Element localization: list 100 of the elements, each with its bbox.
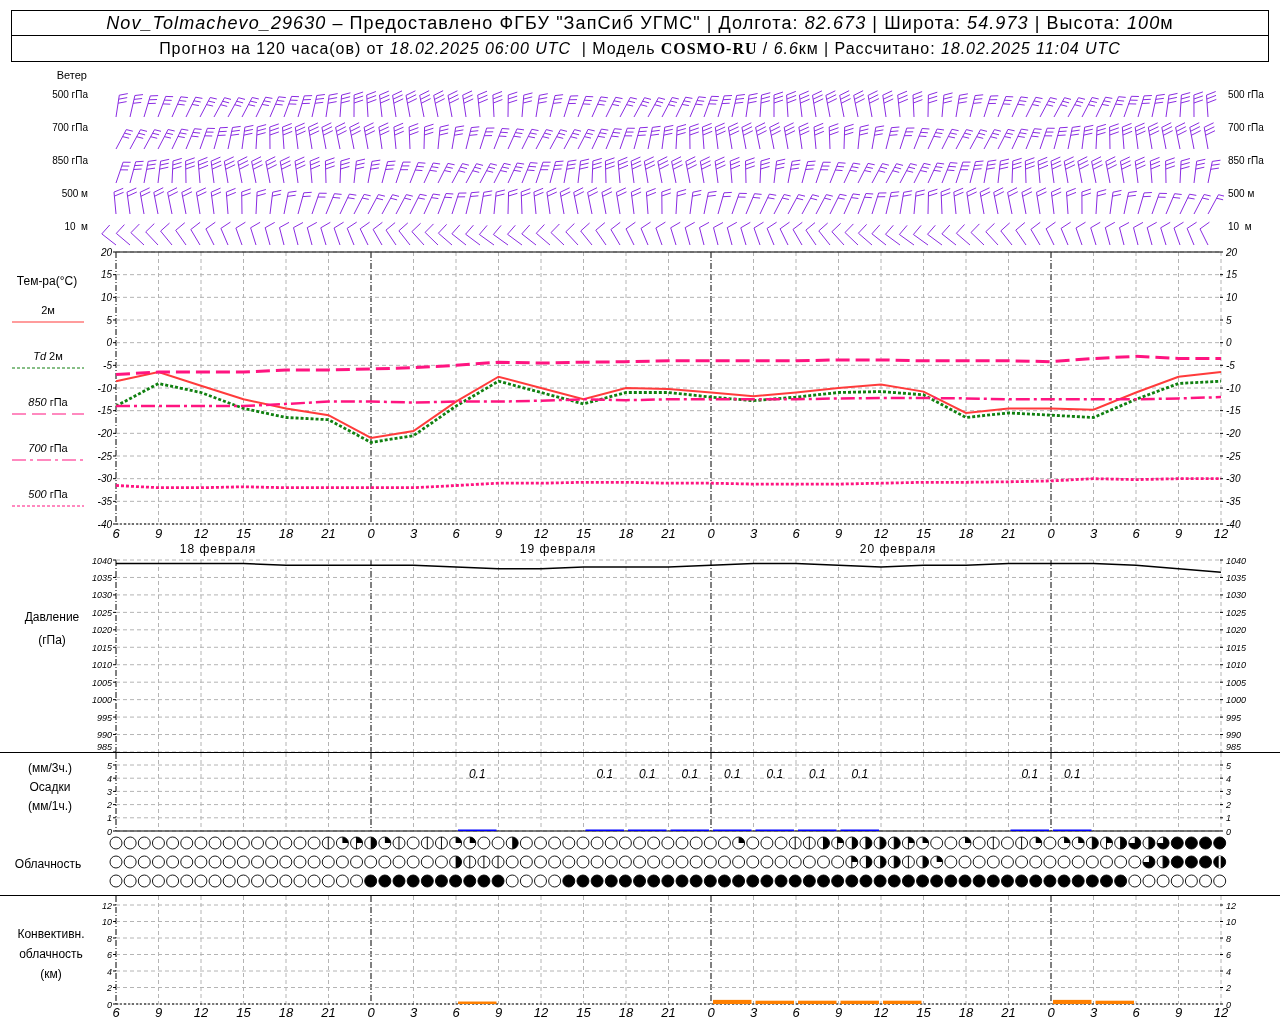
cloud-cover-symbol	[449, 874, 463, 888]
cloud-cover-symbol	[152, 855, 165, 869]
x-tick-label: 21	[321, 526, 336, 541]
cloud-cover-symbol	[279, 855, 293, 869]
cloud-cover-symbol	[986, 874, 1000, 888]
cloud-cover-symbol	[1029, 836, 1043, 850]
cloud-cover-symbol	[788, 874, 802, 888]
cloud-cover-symbol	[307, 874, 321, 888]
cloud-cover-symbol	[109, 874, 123, 888]
cloud-cover-symbol	[1142, 874, 1156, 888]
cloud-cover-symbol	[746, 855, 760, 869]
cloud-cover-symbol	[1128, 855, 1142, 869]
cloud-cover-symbol	[519, 874, 533, 888]
convective-cloud-bar	[798, 1000, 837, 1004]
wind-level-label: 500 гПа	[1228, 88, 1265, 102]
y-tick-label: 5	[1226, 314, 1232, 326]
cloud-cover-symbol	[817, 855, 830, 869]
data-label: 0.1	[1063, 767, 1081, 781]
cloud-cover-symbol	[718, 836, 731, 850]
cloud-cover-symbol	[1184, 836, 1198, 850]
cloud-cover-symbol	[788, 855, 802, 869]
y-tick-label: -40	[97, 518, 112, 530]
cloud-cover-symbol	[845, 855, 859, 869]
y-tick-label: -25	[1226, 450, 1241, 462]
cloud-cover-symbol	[180, 855, 194, 869]
cloud-cover-symbol	[873, 836, 887, 850]
axis-label: Облачность	[13, 855, 82, 873]
cloud-cover-symbol	[109, 855, 123, 869]
y-tick-label: 0	[106, 337, 112, 349]
cloud-cover-symbol	[930, 836, 944, 850]
cloud-cover-symbol	[1085, 836, 1099, 850]
cloud-cover-symbol	[251, 836, 264, 850]
x-tick-label: 21	[1001, 1005, 1016, 1020]
cloud-cover-symbol	[364, 874, 378, 888]
x-tick-label: 6	[1132, 1005, 1140, 1020]
cloud-cover-symbol	[1071, 874, 1085, 888]
cloud-cover-symbol	[633, 855, 646, 869]
y-tick-label: 15	[100, 269, 112, 281]
cloud-cover-symbol	[321, 855, 335, 869]
y-tick-label: 1015	[91, 642, 112, 653]
cloud-cover-symbol	[618, 836, 632, 850]
cloud-cover-symbol	[1015, 836, 1029, 850]
cloud-cover-symbol	[406, 874, 420, 888]
cloud-cover-symbol	[109, 836, 123, 850]
line-sample-icon	[12, 456, 84, 463]
cloud-cover-symbol	[166, 855, 180, 869]
x-tick-label: 9	[834, 526, 843, 541]
cloud-cover-symbol	[236, 874, 250, 888]
y-tick-label: -15	[1226, 405, 1241, 417]
cloud-cover-symbol	[1057, 874, 1071, 888]
cloud-cover-symbol	[1057, 855, 1071, 869]
x-tick-label: 3	[1089, 1005, 1098, 1020]
x-tick-label: 9	[154, 526, 163, 541]
cloud-cover-symbol	[435, 836, 448, 850]
cloud-cover-symbol	[986, 855, 1000, 869]
cloud-cover-symbol	[449, 855, 463, 869]
legend-label: 500 гПа	[28, 487, 68, 502]
wind-level-label: 10 м	[64, 220, 88, 234]
cloud-cover-symbol	[703, 836, 717, 850]
forecast-info: Прогноз на 120 часа(ов) от 18.02.2025 06:00 UTC | Модель COSMO-RU / 6.6км | Рассчитано: 18.02.2025 11:04 UTC	[159, 38, 1121, 59]
x-tick-label: 3	[1089, 526, 1098, 541]
cloud-cover-symbol	[279, 836, 293, 850]
cloud-cover-symbol	[364, 836, 378, 850]
y-tick-label: -10	[1226, 382, 1241, 394]
cloud-cover-symbol	[392, 855, 406, 869]
line-sample-icon	[12, 318, 84, 325]
y-tick-label: 0	[1226, 826, 1231, 837]
x-tick-label: 18	[958, 526, 974, 541]
x-tick-label: 3	[749, 526, 758, 541]
x-tick-label: 6	[112, 526, 120, 541]
cloud-cover-symbol	[236, 855, 250, 869]
axis-label: Давление (гПа)	[23, 609, 81, 649]
legend-label: 850 гПа	[28, 395, 68, 410]
cloud-cover-symbol	[1043, 855, 1057, 869]
cloud-cover-symbol	[916, 874, 929, 888]
line-sample-icon	[12, 364, 84, 371]
cloud-cover-symbol	[958, 874, 972, 888]
cloud-cover-symbol	[335, 874, 349, 888]
cloud-cover-symbol	[534, 855, 547, 869]
axis-label: Конвективн. облачность (км)	[16, 926, 86, 983]
y-tick-label: -5	[1226, 359, 1235, 371]
cloud-cover-symbol	[1001, 874, 1014, 888]
cloud-cover-symbol	[1015, 874, 1029, 888]
cloud-cover-symbol	[491, 836, 505, 850]
cloud-cover-symbol	[817, 874, 830, 888]
cloud-cover-symbol	[887, 836, 901, 850]
cloud-cover-symbol	[916, 855, 929, 869]
x-tick-label: 6	[112, 1005, 120, 1020]
y-tick-label: 6	[107, 950, 112, 960]
cloud-cover-symbol	[845, 874, 859, 888]
x-tick-label: 21	[661, 526, 676, 541]
cloud-cover-symbol	[1043, 836, 1057, 850]
x-tick-label: 12	[533, 526, 549, 541]
cloud-cover-symbol	[633, 836, 646, 850]
cloud-cover-symbol	[1085, 855, 1099, 869]
cloud-cover-symbol	[760, 874, 774, 888]
cloud-cover-symbol	[746, 874, 760, 888]
cloud-cover-symbol	[647, 836, 661, 850]
cloud-cover-symbol	[802, 836, 816, 850]
y-tick-label: 5	[1226, 760, 1231, 771]
